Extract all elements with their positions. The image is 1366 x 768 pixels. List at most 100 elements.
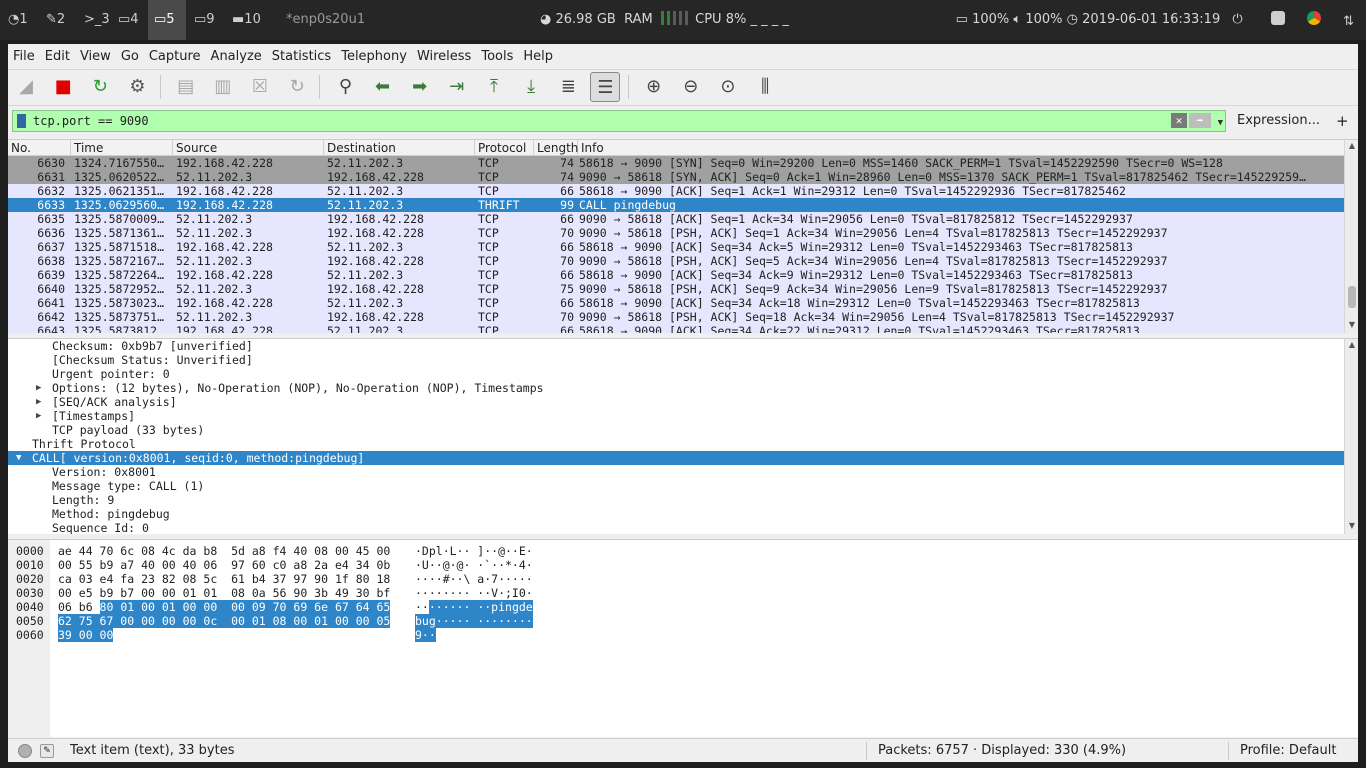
workspace-5[interactable]: ▭5 (148, 0, 186, 40)
reload-file-button[interactable]: ↻ (282, 72, 312, 102)
go-back-button[interactable]: ⬅ (368, 72, 398, 102)
hex-bytes[interactable]: ca 03 e4 fa 23 82 08 5c 61 b4 37 97 90 1… (58, 572, 390, 586)
packet-details-tree[interactable]: Checksum: 0xb9b7 [unverified] [Checksum S… (8, 338, 1358, 534)
ascii-bytes[interactable]: ········ ··pingde (415, 600, 533, 614)
menu-tools[interactable]: Tools (476, 44, 518, 70)
packet-row[interactable]: 6635 1325.5870009… 52.11.202.3 192.168.42.2… (8, 212, 1358, 226)
expression-button[interactable]: Expression... (1237, 110, 1320, 132)
column-source[interactable]: Source (173, 140, 324, 156)
packet-row[interactable]: 6638 1325.5872167… 52.11.202.3 192.168.42.2… (8, 254, 1358, 268)
detail-tree-item[interactable]: Method: pingdebug (8, 507, 1358, 521)
chevron-down-icon[interactable]: ▼ (1218, 113, 1223, 133)
hex-bytes[interactable]: 39 00 00 (58, 628, 114, 642)
zoom-out-button[interactable]: ⊖ (676, 72, 706, 102)
auto-scroll-button[interactable]: ≣ (553, 72, 583, 102)
workspace-9[interactable]: ▭9 (188, 0, 221, 40)
column-length[interactable]: Length (534, 140, 578, 156)
menu-analyze[interactable]: Analyze (206, 44, 267, 70)
packet-row-selected[interactable]: 6633 1325.0629560… 192.168.42.228 52.11.202… (8, 198, 1358, 212)
column-protocol[interactable]: Protocol (475, 140, 534, 156)
detail-tree-item[interactable]: ▶ [SEQ/ACK analysis] (8, 395, 1358, 409)
power-icon[interactable]: ⏻ (1232, 12, 1242, 27)
workspace-3[interactable]: >_3 (78, 0, 116, 40)
menu-file[interactable]: File (8, 44, 40, 70)
packet-row[interactable]: 6632 1325.0621351… 192.168.42.228 52.11.202… (8, 184, 1358, 198)
packet-row[interactable]: 6639 1325.5872264… 192.168.42.228 52.11.202… (8, 268, 1358, 282)
menu-view[interactable]: View (75, 44, 116, 70)
go-first-packet-button[interactable]: ⤒ (479, 72, 509, 102)
resize-columns-button[interactable]: ⫼ (750, 72, 780, 102)
tray-app-icon[interactable] (1270, 11, 1285, 25)
detail-tree-item[interactable]: Checksum: 0xb9b7 [unverified] (8, 339, 1358, 353)
profile-label[interactable]: Profile: Default (1240, 739, 1336, 763)
collapse-arrow-icon[interactable]: ▼ (16, 451, 21, 465)
clear-filter-icon[interactable]: ✕ (1171, 113, 1187, 128)
go-to-packet-button[interactable]: ⇥ (442, 72, 472, 102)
scroll-down-icon[interactable]: ▼ (1345, 320, 1358, 329)
details-scrollbar[interactable]: ▲ ▼ (1344, 339, 1358, 534)
filter-text[interactable]: tcp.port == 9090 (33, 114, 149, 128)
add-filter-button[interactable]: + (1336, 110, 1349, 132)
expand-arrow-icon[interactable]: ▶ (36, 395, 41, 409)
menu-help[interactable]: Help (518, 44, 558, 70)
capture-comment-icon[interactable]: ✎ (40, 744, 54, 758)
packet-list[interactable]: No. Time Source Destination Protocol Len… (8, 139, 1358, 333)
workspace-10[interactable]: ▬10 (226, 0, 267, 40)
detail-tree-item[interactable]: Thrift Protocol (8, 437, 1358, 451)
volume-level[interactable]: 100% (1025, 12, 1062, 27)
volume-icon[interactable]: 🔈︎ (1013, 12, 1021, 27)
menu-telephony[interactable]: Telephony (336, 44, 412, 70)
hex-bytes[interactable]: ae 44 70 6c 08 4c da b8 5d a8 f4 40 08 0… (58, 544, 390, 558)
packet-row[interactable]: 6640 1325.5872952… 52.11.202.3 192.168.42.2… (8, 282, 1358, 296)
packet-row[interactable]: 6636 1325.5871361… 52.11.202.3 192.168.42.2… (8, 226, 1358, 240)
hex-bytes[interactable]: 62 75 67 00 00 00 00 0c 00 01 08 00 01 0… (58, 614, 391, 628)
detail-tree-item[interactable]: Urgent pointer: 0 (8, 367, 1358, 381)
ascii-bytes[interactable]: ·U··@·@· ·`··*·4· (415, 558, 533, 572)
save-file-button[interactable]: ▥ (208, 72, 238, 102)
packet-row[interactable]: 6643 1325.5873812… 192.168.42.228 52.11.202… (8, 324, 1358, 333)
detail-tree-item[interactable]: Length: 9 (8, 493, 1358, 507)
detail-tree-item[interactable]: Version: 0x8001 (8, 465, 1358, 479)
menu-edit[interactable]: Edit (40, 44, 75, 70)
menu-go[interactable]: Go (116, 44, 144, 70)
workspace-4[interactable]: ▭4 (112, 0, 145, 40)
pin-icon[interactable]: ⇅ (1343, 2, 1354, 29)
open-file-button[interactable]: ▤ (171, 72, 201, 102)
find-packet-button[interactable]: ⚲ (330, 72, 360, 102)
detail-tree-item[interactable]: Message type: CALL (1) (8, 479, 1358, 493)
hex-bytes[interactable]: 00 e5 b9 b7 00 00 01 01 08 0a 56 90 3b 4… (58, 586, 390, 600)
packet-row[interactable]: 6630 1324.7167550… 192.168.42.228 52.11.202… (8, 156, 1358, 170)
ascii-bytes[interactable]: ····#··\ a·7····· (415, 572, 533, 586)
workspace-1[interactable]: ◔1 (2, 0, 34, 40)
column-destination[interactable]: Destination (324, 140, 475, 156)
stop-capture-button[interactable]: ■ (48, 72, 78, 102)
packet-row[interactable]: 6637 1325.5871518… 192.168.42.228 52.11.202… (8, 240, 1358, 254)
hex-bytes[interactable]: 06 b6 80 01 00 01 00 00 00 09 70 69 6e 6… (58, 600, 391, 614)
detail-tree-item[interactable]: Sequence Id: 0 (8, 521, 1358, 534)
menu-capture[interactable]: Capture (144, 44, 206, 70)
column-no[interactable]: No. (8, 140, 71, 156)
scroll-thumb[interactable] (1348, 286, 1356, 308)
hex-bytes[interactable]: 00 55 b9 a7 40 00 40 06 97 60 c0 a8 2a e… (58, 558, 390, 572)
packet-list-scrollbar[interactable]: ▲ ▼ (1344, 140, 1358, 333)
detail-tree-item[interactable]: TCP payload (33 bytes) (8, 423, 1358, 437)
detail-tree-item[interactable]: ▶ [Timestamps] (8, 409, 1358, 423)
go-last-packet-button[interactable]: ⤓ (516, 72, 546, 102)
scroll-up-icon[interactable]: ▲ (1345, 340, 1358, 349)
column-time[interactable]: Time (71, 140, 173, 156)
zoom-in-button[interactable]: ⊕ (639, 72, 669, 102)
close-file-button[interactable]: ☒ (245, 72, 275, 102)
packet-row[interactable]: 6642 1325.5873751… 52.11.202.3 192.168.42.2… (8, 310, 1358, 324)
packet-bytes-pane[interactable]: 0000 ae 44 70 6c 08 4c da b8 5d a8 f4 40 … (8, 539, 1358, 737)
expert-info-icon[interactable] (18, 744, 32, 758)
detail-tree-item[interactable]: [Checksum Status: Unverified] (8, 353, 1358, 367)
ascii-bytes[interactable]: ········ ··V·;I0· (415, 586, 533, 600)
capture-options-button[interactable]: ⚙ (122, 72, 152, 102)
colorize-button[interactable]: ☰ (590, 72, 621, 102)
scroll-up-icon[interactable]: ▲ (1345, 141, 1358, 150)
workspace-2[interactable]: ✎2 (40, 0, 71, 40)
expand-arrow-icon[interactable]: ▶ (36, 381, 41, 395)
column-info[interactable]: Info (578, 140, 1342, 156)
menu-statistics[interactable]: Statistics (267, 44, 336, 70)
expand-arrow-icon[interactable]: ▶ (36, 409, 41, 423)
